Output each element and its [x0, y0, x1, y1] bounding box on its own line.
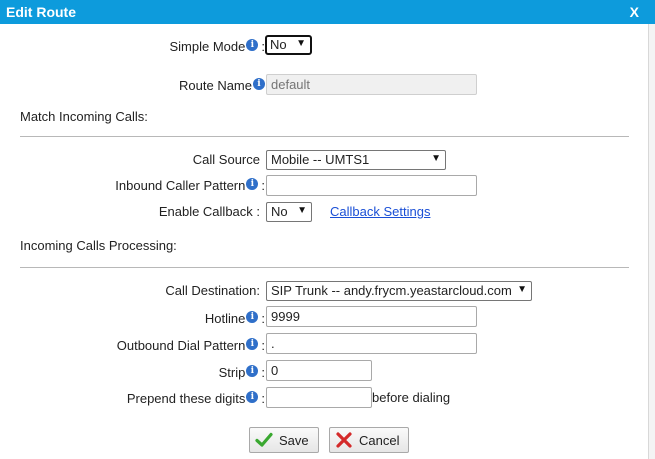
save-label: Save [279, 433, 309, 448]
close-button[interactable]: X [630, 4, 639, 20]
call-source-label: Call Source [192, 152, 260, 167]
simple-mode-select[interactable]: No ▼ [265, 35, 312, 55]
x-icon [336, 432, 352, 448]
scrollbar[interactable] [648, 24, 655, 459]
simple-mode-value: No [270, 37, 287, 52]
info-icon[interactable]: i [253, 78, 265, 90]
hotline-label-row: Hotline i: [204, 311, 265, 326]
call-source-value: Mobile -- UMTS1 [271, 152, 370, 167]
route-name-label-row: Route Name i [179, 78, 265, 93]
enable-callback-value: No [271, 204, 288, 219]
divider [20, 136, 629, 137]
route-name-input[interactable] [266, 74, 477, 95]
call-destination-label: Call Destination: [165, 283, 260, 298]
strip-label-row: Strip i: [218, 365, 265, 380]
simple-mode-label: Simple Mode [169, 39, 246, 54]
info-icon[interactable]: i [246, 338, 259, 350]
cancel-label: Cancel [359, 433, 400, 448]
prepend-suffix: before dialing [372, 390, 451, 405]
save-button[interactable]: Save [249, 427, 319, 453]
chevron-down-icon: ▼ [431, 153, 441, 164]
hotline-label: Hotline [204, 311, 246, 326]
chevron-down-icon: ▼ [297, 205, 307, 216]
outbound-dial-pattern-label-row: Outbound Dial Pattern i: [116, 338, 265, 353]
prepend-label: Prepend these digits [126, 391, 246, 406]
call-destination-select[interactable]: SIP Trunk -- andy.frycm.yeastarcloud.com… [266, 281, 532, 301]
info-icon[interactable]: i [246, 311, 259, 323]
outbound-dial-pattern-input[interactable] [266, 333, 477, 354]
prepend-digits-input[interactable] [266, 387, 372, 408]
enable-callback-select[interactable]: No ▼ [266, 202, 312, 222]
info-icon[interactable]: i [246, 365, 259, 377]
route-name-label: Route Name [179, 78, 252, 93]
call-destination-value: SIP Trunk -- andy.frycm.yeastarcloud.com [271, 283, 512, 298]
incoming-processing-section-title: Incoming Calls Processing: [20, 238, 177, 253]
title-bar: Edit Route X [0, 0, 655, 24]
strip-input[interactable] [266, 360, 372, 381]
chevron-down-icon: ▼ [517, 284, 527, 295]
chevron-down-icon: ▼ [296, 38, 306, 49]
outbound-dial-pattern-label: Outbound Dial Pattern [116, 338, 246, 353]
prepend-label-row: Prepend these digits i: [126, 391, 265, 406]
cancel-button[interactable]: Cancel [329, 427, 409, 453]
simple-mode-label-row: Simple Mode i: [169, 39, 265, 54]
inbound-caller-pattern-label: Inbound Caller Pattern [115, 178, 246, 193]
info-icon[interactable]: i [246, 178, 259, 190]
match-incoming-section-title: Match Incoming Calls: [20, 109, 148, 124]
hotline-input[interactable] [266, 306, 477, 327]
info-icon[interactable]: i [246, 39, 259, 51]
info-icon[interactable]: i [246, 391, 259, 403]
callback-settings-link[interactable]: Callback Settings [330, 204, 430, 219]
inbound-caller-pattern-input[interactable] [266, 175, 477, 196]
call-source-select[interactable]: Mobile -- UMTS1 ▼ [266, 150, 446, 170]
inbound-caller-pattern-label-row: Inbound Caller Pattern i: [115, 178, 265, 193]
window-title: Edit Route [6, 4, 76, 20]
strip-label: Strip [218, 365, 246, 380]
divider [20, 267, 629, 268]
checkmark-icon [255, 432, 273, 447]
enable-callback-label: Enable Callback : [158, 204, 260, 219]
